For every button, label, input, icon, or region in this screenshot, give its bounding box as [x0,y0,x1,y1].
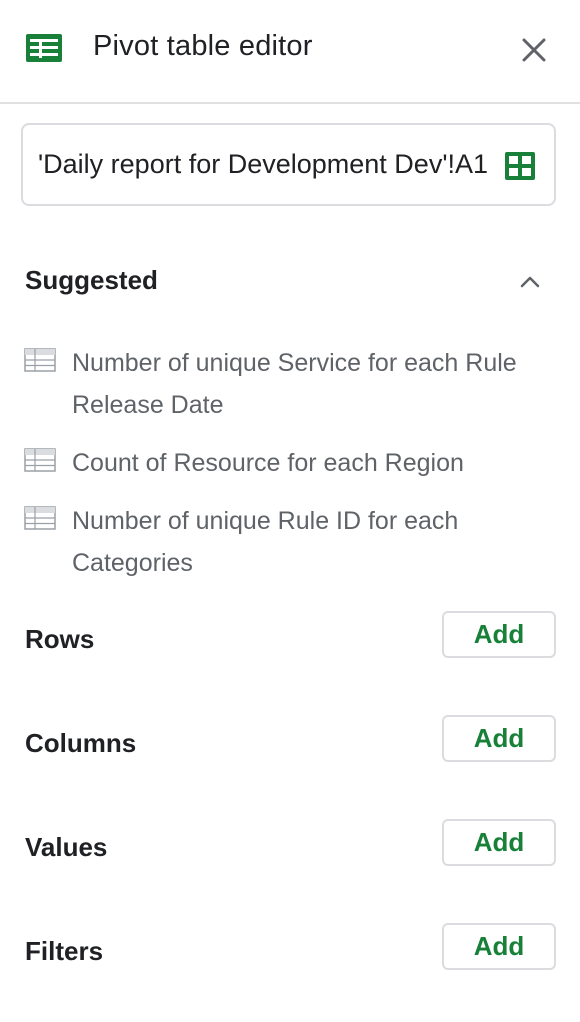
suggestion-label: Number of unique Service for each Rule R… [72,349,517,419]
columns-heading: Columns [25,728,137,758]
suggestion-item[interactable]: Count of Resource for each Region [24,442,544,484]
suggested-heading: Suggested [25,265,158,295]
data-range-field[interactable]: 'Daily report for Development Dev'!A1 [21,123,556,206]
rows-heading: Rows [25,624,95,654]
suggestion-label: Count of Resource for each Region [72,449,464,477]
add-columns-button[interactable]: Add [442,715,556,762]
close-icon[interactable] [516,32,552,68]
editor-title: Pivot table editor [93,30,313,62]
table-icon [24,506,56,530]
sheets-logo-icon [26,34,62,62]
add-values-button[interactable]: Add [442,819,556,866]
suggestion-label: Number of unique Rule ID for each Catego… [72,507,459,577]
table-icon [24,348,56,372]
values-heading: Values [25,832,108,862]
add-filters-button[interactable]: Add [442,923,556,970]
grid-select-icon[interactable] [503,149,537,183]
table-icon [24,448,56,472]
data-range-value[interactable]: 'Daily report for Development Dev'!A1 [38,149,493,180]
suggestion-item[interactable]: Number of unique Service for each Rule R… [24,342,544,426]
editor-header: Pivot table editor [0,0,580,104]
filters-heading: Filters [25,936,104,966]
suggestion-item[interactable]: Number of unique Rule ID for each Catego… [24,500,544,584]
add-rows-button[interactable]: Add [442,611,556,658]
chevron-up-icon[interactable] [514,266,546,298]
